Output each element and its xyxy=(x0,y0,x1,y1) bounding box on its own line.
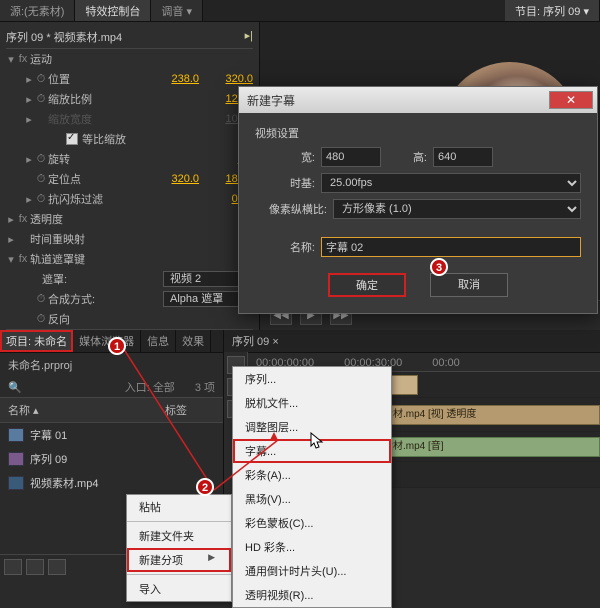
clip-audio[interactable]: 视频素材.mp4 [音] xyxy=(358,437,600,457)
stopwatch-icon[interactable]: ⏱ xyxy=(34,173,48,186)
submenu-transparent-video[interactable]: 透明视频(R)... xyxy=(233,583,391,607)
menu-new-item[interactable]: 新建分项 xyxy=(127,548,231,572)
project-filename: 未命名.prproj xyxy=(8,360,72,372)
menu-paste[interactable]: 粘帖 xyxy=(127,495,231,519)
submenu-sequence[interactable]: 序列... xyxy=(233,367,391,391)
position-x-value[interactable]: 238.0 xyxy=(149,73,199,85)
submenu-hd-bars[interactable]: HD 彩条... xyxy=(233,535,391,559)
submenu-bars-tone[interactable]: 彩条(A)... xyxy=(233,463,391,487)
height-label: 高: xyxy=(387,149,427,165)
matte-label: 遮罩: xyxy=(42,271,67,287)
new-title-dialog: 新建字幕 ✕ 视频设置 宽: 高: 时基: 25.00fps 像素纵横比: 方形… xyxy=(238,86,598,314)
tab-effect-controls[interactable]: 特效控制台 xyxy=(75,0,151,21)
name-label: 名称: xyxy=(255,239,315,255)
tab-program[interactable]: 节目: 序列 09 ▾ xyxy=(505,0,600,21)
height-input[interactable] xyxy=(433,147,493,167)
column-name[interactable]: 名称 ▴ xyxy=(8,402,165,418)
project-item[interactable]: 字幕 01 xyxy=(0,423,223,447)
project-list-header: 名称 ▴ 标签 xyxy=(0,397,223,423)
cursor-icon xyxy=(310,432,324,450)
annotation-badge-2: 2 xyxy=(196,478,214,496)
top-tab-strip: 源:(无素材) 特效控制台 调音 ▾ 节目: 序列 09 ▾ xyxy=(0,0,600,22)
submenu-offline[interactable]: 脱机文件... xyxy=(233,391,391,415)
clip-video[interactable]: 视频素材.mp4 [视] 透明度 xyxy=(358,405,600,425)
tab-source[interactable]: 源:(无素材) xyxy=(0,0,75,21)
menu-import[interactable]: 导入 xyxy=(127,577,231,601)
width-input[interactable] xyxy=(321,147,381,167)
stopwatch-icon[interactable]: ⏱ xyxy=(34,153,48,166)
name-input[interactable] xyxy=(321,237,581,257)
uniform-scale-label: 等比缩放 xyxy=(82,131,126,147)
tab-audio-mixer[interactable]: 调音 ▾ xyxy=(151,0,203,21)
clip-title-row: 序列 09 * 视频素材.mp4 ▸| xyxy=(6,26,253,49)
title-item-icon xyxy=(8,428,24,442)
stopwatch-icon[interactable]: ⏱ xyxy=(34,193,48,206)
timeline-toggle-icon[interactable]: ▸| xyxy=(245,29,253,45)
stopwatch-icon[interactable]: ⏱ xyxy=(34,93,48,106)
submenu-black-video[interactable]: 黑场(V)... xyxy=(233,487,391,511)
stopwatch-icon[interactable]: ⏱ xyxy=(34,73,48,86)
annotation-badge-3: 3 xyxy=(430,258,448,276)
tab-effects[interactable]: 效果 xyxy=(176,330,211,352)
icon-view-button[interactable] xyxy=(26,559,44,575)
fx-badge-icon: fx xyxy=(16,53,30,65)
stopwatch-icon[interactable]: ⏱ xyxy=(34,313,48,326)
list-view-button[interactable] xyxy=(4,559,22,575)
close-button[interactable]: ✕ xyxy=(549,91,593,109)
reverse-label: 反向 xyxy=(48,311,70,327)
ok-button[interactable]: 确定 xyxy=(328,273,406,297)
menu-new-folder[interactable]: 新建文件夹 xyxy=(127,524,231,548)
par-select[interactable]: 方形像素 (1.0) xyxy=(333,199,581,219)
dialog-title: 新建字幕 xyxy=(243,92,295,109)
tab-project[interactable]: 项目: 未命名 xyxy=(0,330,73,352)
column-label[interactable]: 标签 xyxy=(165,402,215,418)
timebase-select[interactable]: 25.00fps xyxy=(321,173,581,193)
annotation-badge-1: 1 xyxy=(108,337,126,355)
opacity-label: 透明度 xyxy=(30,211,63,227)
cancel-button[interactable]: 取消 xyxy=(430,273,508,297)
tab-media-browser[interactable]: 媒体浏览器 xyxy=(73,330,141,352)
effect-controls-panel: 序列 09 * 视频素材.mp4 ▸| ▾fx运动 ▸⏱位置238.0320.0… xyxy=(0,22,260,330)
scale-label: 缩放比例 xyxy=(48,91,92,107)
anchor-x-value[interactable]: 320.0 xyxy=(149,173,199,185)
project-item[interactable]: 视频素材.mp4 xyxy=(0,471,223,495)
context-menu-main: 粘帖 新建文件夹 新建分项 导入 xyxy=(126,494,232,602)
submenu-countdown[interactable]: 通用倒计时片头(U)... xyxy=(233,559,391,583)
twirl-icon[interactable]: ▾ xyxy=(6,53,16,66)
search-icon[interactable]: 🔍 xyxy=(8,381,22,394)
anchor-label: 定位点 xyxy=(48,171,81,187)
video-settings-label: 视频设置 xyxy=(255,125,581,141)
uniform-scale-checkbox[interactable] xyxy=(66,133,78,145)
track-matte-label: 轨道遮罩键 xyxy=(30,251,85,267)
context-menu-new-item: 序列... 脱机文件... 调整图层... 字幕... 彩条(A)... 黑场(… xyxy=(232,366,392,608)
tab-info[interactable]: 信息 xyxy=(141,330,176,352)
antiflicker-label: 抗闪烁过滤 xyxy=(48,191,103,207)
project-item[interactable]: 序列 09 xyxy=(0,447,223,471)
find-button[interactable] xyxy=(48,559,66,575)
sequence-item-icon xyxy=(8,452,24,466)
scale-width-label: 缩放宽度 xyxy=(48,111,92,127)
position-y-value[interactable]: 320.0 xyxy=(203,73,253,85)
entry-value[interactable]: 全部 xyxy=(153,382,175,394)
timeline-tab[interactable]: 序列 09 × xyxy=(224,330,600,353)
clip-title: 序列 09 * 视频素材.mp4 xyxy=(6,29,122,45)
rotation-label: 旋转 xyxy=(48,151,70,167)
entry-label: 入口: xyxy=(125,382,150,394)
width-label: 宽: xyxy=(255,149,315,165)
position-label: 位置 xyxy=(48,71,70,87)
item-count: 3 项 xyxy=(195,379,215,395)
dialog-titlebar[interactable]: 新建字幕 ✕ xyxy=(239,87,597,113)
par-label: 像素纵横比: xyxy=(255,201,327,217)
video-item-icon xyxy=(8,476,24,490)
motion-label: 运动 xyxy=(30,51,52,67)
stopwatch-icon[interactable]: ⏱ xyxy=(34,293,48,306)
time-remap-label: 时间重映射 xyxy=(30,231,85,247)
submenu-color-matte[interactable]: 彩色蒙板(C)... xyxy=(233,511,391,535)
composite-label: 合成方式: xyxy=(48,291,95,307)
timebase-label: 时基: xyxy=(255,175,315,191)
